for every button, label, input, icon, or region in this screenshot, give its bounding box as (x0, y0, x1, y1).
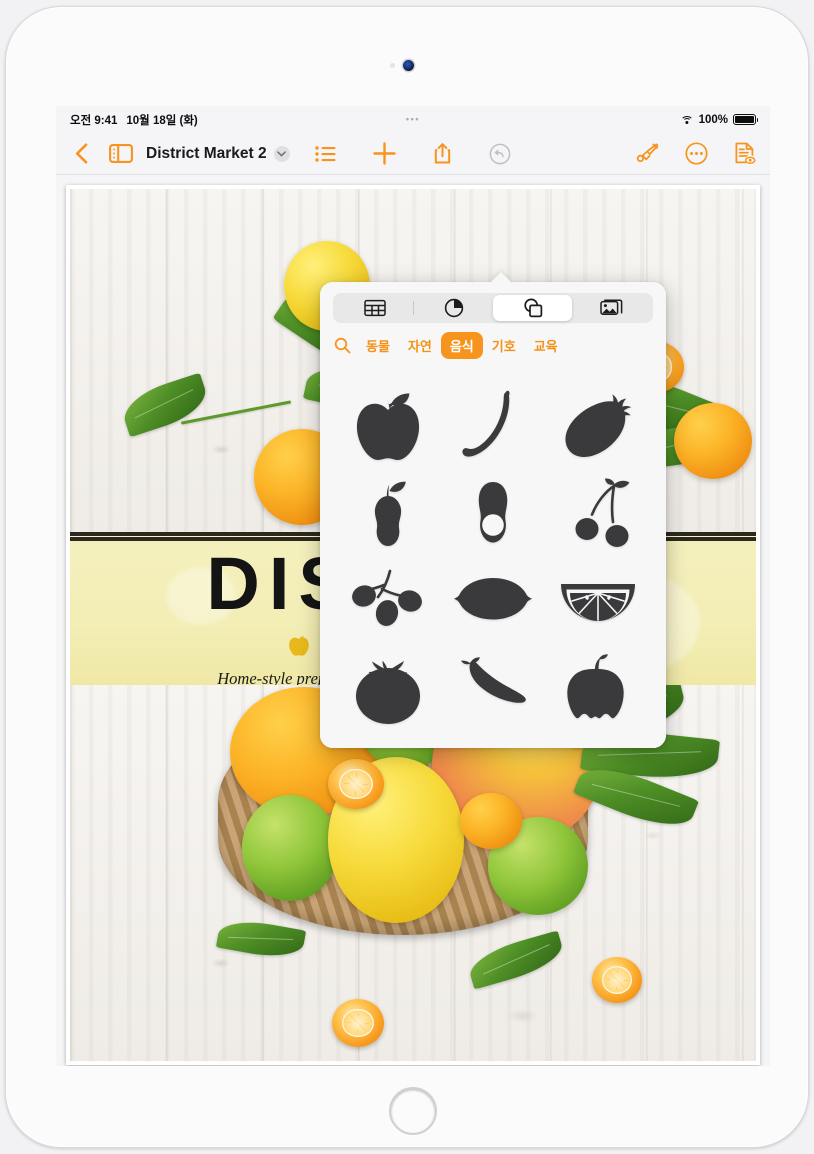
category-education[interactable]: 교육 (525, 332, 567, 359)
shape-tomato[interactable] (336, 646, 441, 734)
kumquat-slice (592, 957, 642, 1003)
format-list-icon (315, 145, 336, 162)
plus-icon (373, 142, 396, 165)
pie-chart-icon (444, 298, 463, 318)
category-animals[interactable]: 동물 (357, 332, 399, 359)
tab-table[interactable] (335, 295, 414, 321)
toolbar-right-group (636, 142, 756, 166)
sidebar-toggle-icon (109, 144, 133, 163)
ellipsis-circle-icon (685, 142, 708, 165)
format-brush-button[interactable] (636, 142, 659, 165)
popover-tabbar (320, 282, 666, 323)
tab-chart[interactable] (414, 295, 493, 321)
chevron-left-icon (75, 143, 87, 164)
insert-popover[interactable]: 동물 자연 음식 기호 교육 (320, 272, 666, 748)
category-food[interactable]: 음식 (440, 332, 483, 359)
category-nature[interactable]: 자연 (399, 332, 441, 359)
shape-strawberry[interactable] (545, 382, 650, 470)
share-button[interactable] (433, 142, 452, 165)
home-button[interactable] (389, 1087, 437, 1135)
status-bar: 오전 9:41 10월 18일 (화) ••• 100% (56, 106, 770, 133)
media-icon (600, 298, 623, 315)
lime-fruit (242, 795, 338, 901)
status-date: 10월 18일 (화) (126, 114, 198, 127)
status-time: 오전 9:41 (70, 114, 118, 127)
status-bar-right: 100% (680, 113, 759, 126)
ambient-light-sensor (390, 63, 395, 68)
battery-percent-label: 100% (698, 113, 728, 126)
category-symbols[interactable]: 기호 (483, 332, 525, 359)
format-list-button[interactable] (315, 145, 336, 162)
ipad-screen: 오전 9:41 10월 18일 (화) ••• 100% District Ma… (56, 106, 770, 1066)
app-toolbar: District Market 2 (56, 133, 770, 175)
apple-icon (288, 633, 310, 659)
view-options-button[interactable] (734, 142, 756, 166)
shape-grid (320, 380, 666, 748)
shape-bell-pepper[interactable] (545, 646, 650, 734)
undo-icon (489, 143, 511, 164)
shape-lemon[interactable] (441, 558, 546, 646)
kumquat-slice (332, 999, 384, 1047)
shape-olives[interactable] (336, 558, 441, 646)
shape-citrus-slice[interactable] (545, 558, 650, 646)
segmented-control (333, 293, 653, 323)
tab-media[interactable] (572, 295, 651, 321)
shape-apple[interactable] (336, 382, 441, 470)
chevron-down-icon (277, 150, 286, 156)
shape-banana[interactable] (441, 382, 546, 470)
table-icon (363, 299, 386, 317)
tab-shapes[interactable] (493, 295, 572, 321)
kumquat-fruit (328, 759, 384, 809)
document-view-icon (735, 142, 756, 165)
undo-button[interactable] (489, 143, 511, 165)
brush-icon (636, 143, 659, 162)
shape-avocado[interactable] (441, 470, 546, 558)
orange-fruit (460, 793, 522, 849)
ipad-device: 오전 9:41 10월 18일 (화) ••• 100% District Ma… (5, 6, 809, 1148)
document-title[interactable]: District Market 2 (146, 145, 267, 163)
shape-category-row: 동물 자연 음식 기호 교육 (320, 323, 666, 363)
sidebar-toggle-button[interactable] (108, 141, 134, 167)
search-icon[interactable] (334, 337, 351, 354)
toolbar-center-group (315, 142, 511, 165)
shape-pear[interactable] (336, 470, 441, 558)
shape-cherries[interactable] (545, 470, 650, 558)
front-camera (403, 60, 414, 71)
shapes-icon (523, 298, 542, 318)
orange-fruit (674, 403, 752, 479)
multitasking-grabber[interactable]: ••• (406, 115, 420, 124)
insert-button[interactable] (373, 142, 396, 165)
share-icon (434, 143, 451, 164)
status-bar-left: 오전 9:41 10월 18일 (화) (70, 112, 198, 128)
shape-chili-pepper[interactable] (441, 646, 546, 734)
back-button[interactable] (70, 141, 92, 167)
battery-full-icon (733, 114, 759, 125)
title-menu-button[interactable] (273, 145, 290, 162)
more-options-button[interactable] (685, 142, 708, 165)
wifi-icon (680, 115, 694, 125)
